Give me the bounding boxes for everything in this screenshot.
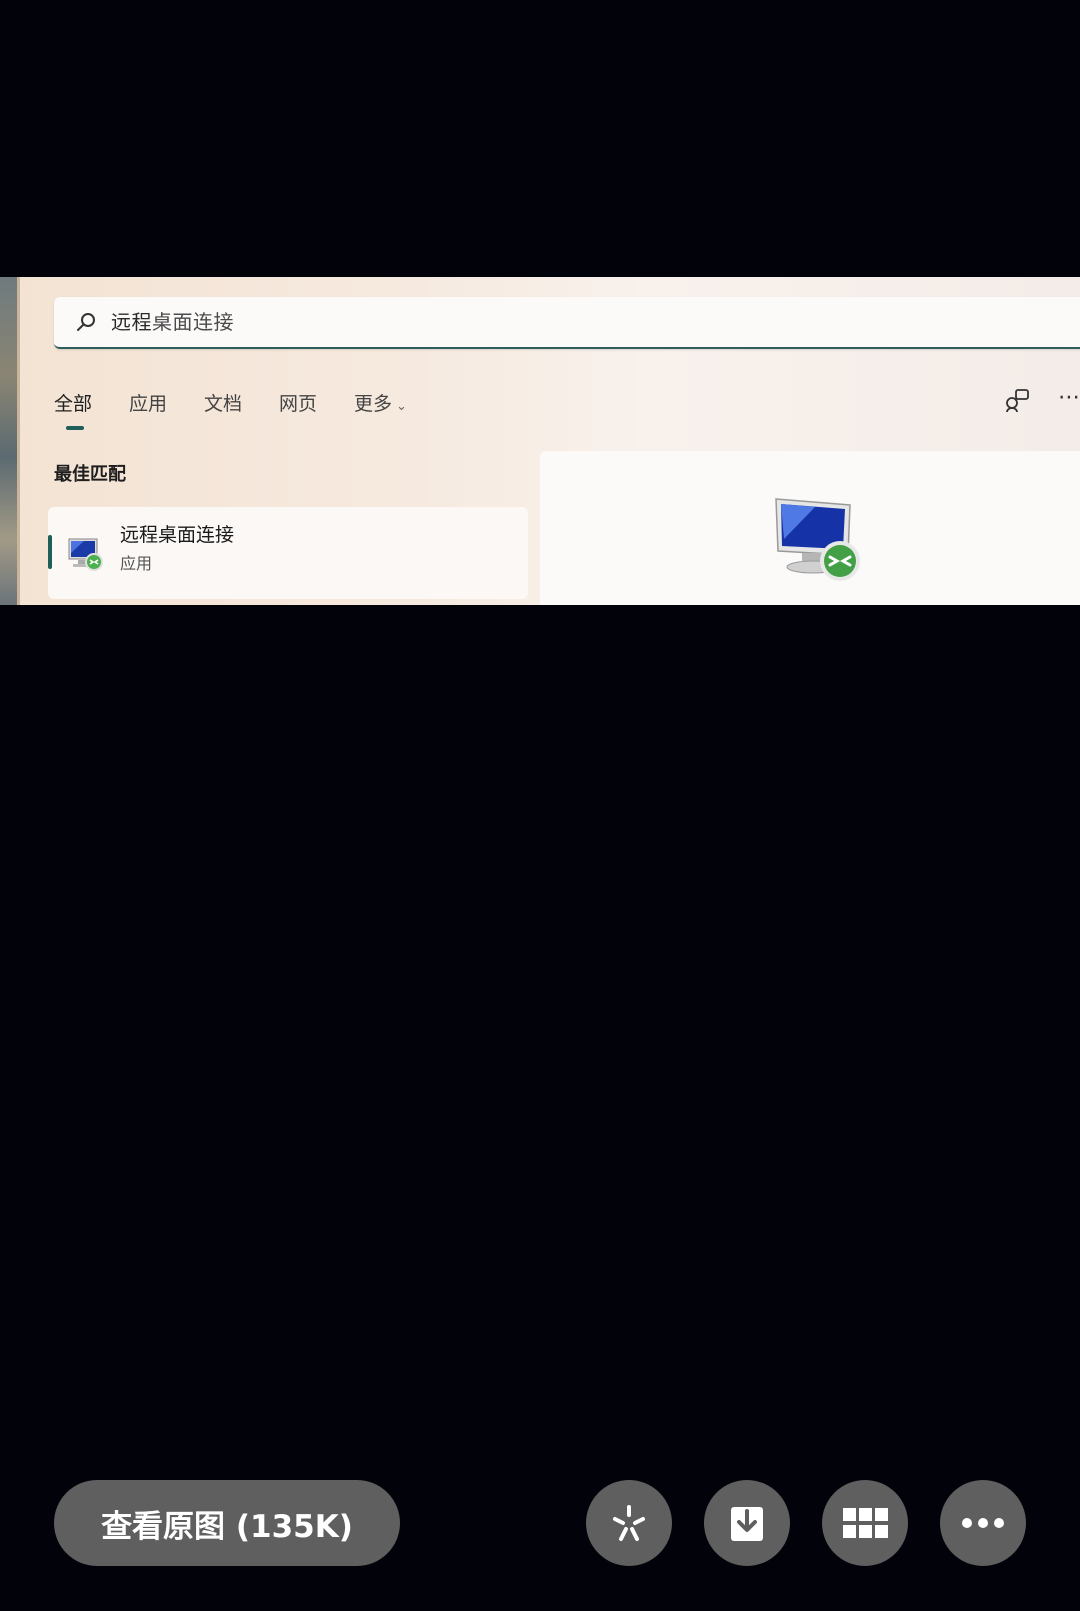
tab-web[interactable]: 网页 xyxy=(279,390,317,418)
tab-all[interactable]: 全部 xyxy=(54,390,93,430)
preview-pane xyxy=(540,451,1080,605)
download-button[interactable] xyxy=(704,1480,790,1566)
image-viewer-toolbar: 查看原图 (135K) xyxy=(0,1480,1080,1570)
search-icon xyxy=(77,313,95,331)
view-original-button[interactable]: 查看原图 (135K) xyxy=(54,1480,400,1566)
best-match-heading: 最佳匹配 xyxy=(54,464,126,485)
remote-desktop-icon xyxy=(68,538,103,571)
more-options-icon[interactable]: ⋯ xyxy=(1058,385,1080,410)
tab-documents[interactable]: 文档 xyxy=(204,390,242,418)
chevron-down-icon: ⌄ xyxy=(396,399,407,414)
active-tab-indicator xyxy=(66,426,84,430)
more-button[interactable] xyxy=(940,1480,1026,1566)
more-icon xyxy=(962,1518,1004,1528)
remote-desktop-large-icon xyxy=(775,498,860,581)
grid-icon xyxy=(843,1508,888,1538)
best-match-result[interactable]: 远程桌面连接 应用 xyxy=(48,507,528,599)
tab-all-label: 全部 xyxy=(54,393,93,415)
search-query-typed: 远程 xyxy=(111,310,152,334)
grid-button[interactable] xyxy=(822,1480,908,1566)
edit-button[interactable] xyxy=(586,1480,672,1566)
result-subtitle: 应用 xyxy=(120,554,153,573)
search-query: 远程桌面连接 xyxy=(111,310,234,334)
tab-apps[interactable]: 应用 xyxy=(129,390,167,418)
tab-more[interactable]: 更多 ⌄ xyxy=(354,390,407,421)
tab-more-label: 更多 xyxy=(354,393,393,415)
search-query-rest: 桌面连接 xyxy=(152,310,234,334)
selection-indicator xyxy=(48,535,52,569)
photo-content: 远程桌面连接 全部 应用 文档 网页 更多 ⌄ ⋯ 最佳匹配 远程桌面连接 应用 xyxy=(0,277,1080,605)
desktop-wallpaper-edge xyxy=(0,277,20,605)
account-switch-icon[interactable] xyxy=(1002,385,1032,415)
download-icon xyxy=(731,1507,763,1541)
result-title: 远程桌面连接 xyxy=(120,524,235,546)
search-input[interactable]: 远程桌面连接 xyxy=(54,297,1080,349)
edit-icon xyxy=(613,1505,645,1541)
